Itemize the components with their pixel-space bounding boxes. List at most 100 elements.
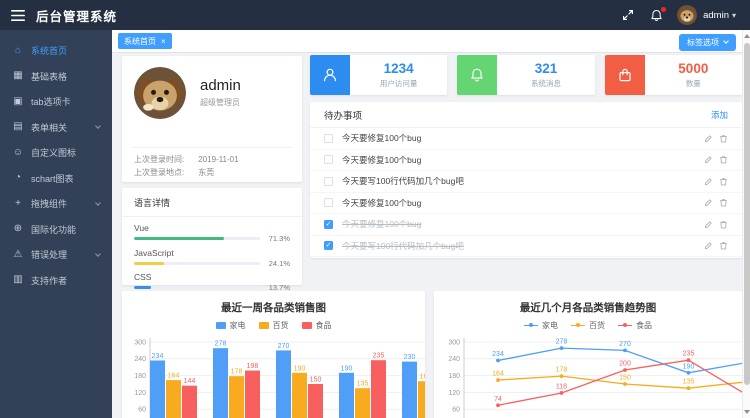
dashboard-content: admin 超级管理员 上次登录时间:2019-11-01上次登录地点:东莞 语… xyxy=(112,53,750,418)
bar-chart-title: 最近一周各品类销售图 xyxy=(122,291,425,315)
svg-text:235: 235 xyxy=(683,351,695,358)
delete-icon[interactable] xyxy=(719,177,728,186)
profile-card: admin 超级管理员 上次登录时间:2019-11-01上次登录地点:东莞 xyxy=(122,56,302,182)
sidebar-item-charts[interactable]: ◔schart图表 xyxy=(0,166,112,192)
sidebar-item-tables[interactable]: ▦基础表格 xyxy=(0,64,112,90)
notifications-bell-icon[interactable] xyxy=(650,9,663,22)
app-window: 后台管理系统 admin ▾ ⌂系统首页▦基础表格▣tab选项卡▤表单相关☺自定… xyxy=(0,0,750,418)
svg-text:135: 135 xyxy=(357,381,369,388)
chevron-down-icon xyxy=(95,200,101,206)
close-icon[interactable]: × xyxy=(161,37,166,46)
scrollbar-thumb[interactable] xyxy=(744,43,750,385)
profile-role: 超级管理员 xyxy=(200,97,241,108)
sidebar-item-label: 自定义图标 xyxy=(31,146,76,159)
todo-checkbox[interactable] xyxy=(324,177,333,186)
profile-info-row: 上次登录时间:2019-11-01 xyxy=(134,153,290,166)
todo-checkbox[interactable] xyxy=(324,198,333,207)
todo-checkbox[interactable]: ✓ xyxy=(324,241,333,250)
sidebar-item-home[interactable]: ⌂ 系统首页 xyxy=(0,38,112,64)
emoji-icon: ☺ xyxy=(12,148,24,158)
legend-line-marker xyxy=(524,325,538,327)
svg-text:234: 234 xyxy=(492,351,504,358)
svg-text:198: 198 xyxy=(247,363,259,370)
svg-text:235: 235 xyxy=(373,353,385,360)
main-area: 系统首页 × 标签选项 admin 超级管理员 xyxy=(112,30,750,418)
sidebar-item-label: 基础表格 xyxy=(31,70,67,83)
todo-add-link[interactable]: 添加 xyxy=(711,109,728,121)
user-name[interactable]: admin xyxy=(703,10,729,21)
language-row: CSS13.7% xyxy=(134,272,290,292)
fullscreen-icon[interactable] xyxy=(622,9,634,21)
shopping-bag-icon xyxy=(605,55,645,95)
edit-icon[interactable] xyxy=(704,155,713,164)
svg-text:135: 135 xyxy=(683,379,695,386)
svg-text:200: 200 xyxy=(619,361,631,368)
todo-checkbox[interactable] xyxy=(324,134,333,143)
user-icon xyxy=(310,55,350,95)
legend-line-marker xyxy=(618,325,632,327)
delete-icon[interactable] xyxy=(719,241,728,250)
todo-checkbox[interactable]: ✓ xyxy=(324,220,333,229)
legend-label: 百货 xyxy=(273,320,289,331)
edit-icon[interactable] xyxy=(704,134,713,143)
sidebar-item-label: schart图表 xyxy=(31,172,74,185)
menu-toggle-icon[interactable] xyxy=(11,10,25,21)
delete-icon[interactable] xyxy=(719,198,728,207)
svg-text:190: 190 xyxy=(294,365,306,372)
scroll-down-arrow[interactable] xyxy=(744,410,750,414)
sidebar-item-label: tab选项卡 xyxy=(31,95,71,108)
todo-text: 今天要修复100个bug xyxy=(342,154,421,166)
svg-text:164: 164 xyxy=(492,371,504,378)
svg-text:60: 60 xyxy=(138,407,146,414)
svg-text:240: 240 xyxy=(448,356,460,363)
edit-icon[interactable] xyxy=(704,241,713,250)
svg-text:270: 270 xyxy=(278,343,290,350)
legend-label: 百货 xyxy=(589,320,605,331)
legend-swatch xyxy=(216,322,226,329)
svg-text:150: 150 xyxy=(310,377,322,384)
user-menu-caret-icon[interactable]: ▾ xyxy=(732,11,736,20)
scroll-up-arrow[interactable] xyxy=(744,34,750,38)
delete-icon[interactable] xyxy=(719,220,728,229)
legend-item: 食品 xyxy=(618,320,652,331)
sidebar-item-donate[interactable]: ▥支持作者 xyxy=(0,268,112,294)
bar-chart-legend: 家电百货食品 xyxy=(122,320,425,331)
profile-info-label: 上次登录时间: xyxy=(134,153,184,166)
svg-text:144: 144 xyxy=(184,378,196,385)
todo-text: 今天要写100行代码加几个bug吧 xyxy=(342,240,464,252)
tabs-icon: ▣ xyxy=(12,97,24,107)
svg-text:190: 190 xyxy=(683,363,695,370)
home-icon: ⌂ xyxy=(12,46,24,56)
bar-chart: 60120180240300234164144周一278178198周二2701… xyxy=(124,334,425,418)
legend-label: 家电 xyxy=(230,320,246,331)
stat-label: 用户访问量 xyxy=(380,78,418,89)
language-name: CSS xyxy=(134,272,290,282)
tag-options-button[interactable]: 标签选项 xyxy=(679,34,736,51)
svg-text:180: 180 xyxy=(134,373,146,380)
todo-checkbox[interactable] xyxy=(324,155,333,164)
delete-icon[interactable] xyxy=(719,155,728,164)
sidebar-item-icons[interactable]: ☺ 自定义图标 xyxy=(0,140,112,166)
sidebar-item-forms[interactable]: ▤表单相关 xyxy=(0,115,112,141)
form-icon: ▤ xyxy=(12,122,24,132)
sidebar-item-errors[interactable]: ⚠错误处理 xyxy=(0,242,112,268)
svg-text:240: 240 xyxy=(134,356,146,363)
legend-label: 家电 xyxy=(542,320,558,331)
edit-icon[interactable] xyxy=(704,177,713,186)
user-avatar[interactable] xyxy=(677,5,697,25)
delete-icon[interactable] xyxy=(719,134,728,143)
sidebar-item-label: 系统首页 xyxy=(31,44,67,57)
svg-text:300: 300 xyxy=(134,339,146,346)
sidebar-item-tabs[interactable]: ▣ tab选项卡 xyxy=(0,89,112,115)
legend-swatch xyxy=(302,322,312,329)
language-percent: 24.1% xyxy=(260,259,290,268)
edit-icon[interactable] xyxy=(704,220,713,229)
sidebar-item-drag[interactable]: +拖拽组件 xyxy=(0,191,112,217)
sidebar-item-i18n[interactable]: ⊕国际化功能 xyxy=(0,217,112,243)
todo-item: 今天要修复100个bug xyxy=(310,150,742,172)
progress-bar xyxy=(134,286,260,289)
edit-icon[interactable] xyxy=(704,198,713,207)
tab-home[interactable]: 系统首页 × xyxy=(118,33,172,49)
globe-icon: ⊕ xyxy=(12,224,24,234)
legend-item: 家电 xyxy=(216,320,246,331)
